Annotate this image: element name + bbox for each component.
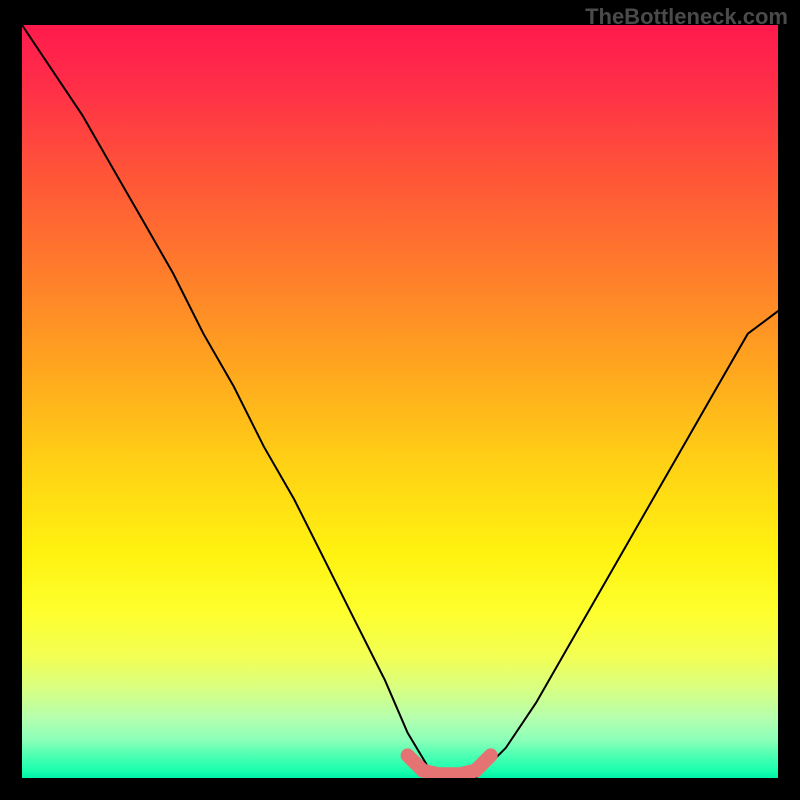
watermark-text: TheBottleneck.com xyxy=(585,4,788,30)
bottleneck-curve-path xyxy=(22,25,778,778)
optimal-band-path xyxy=(408,755,491,774)
chart-svg xyxy=(22,25,778,778)
chart-plot-area xyxy=(22,25,778,778)
